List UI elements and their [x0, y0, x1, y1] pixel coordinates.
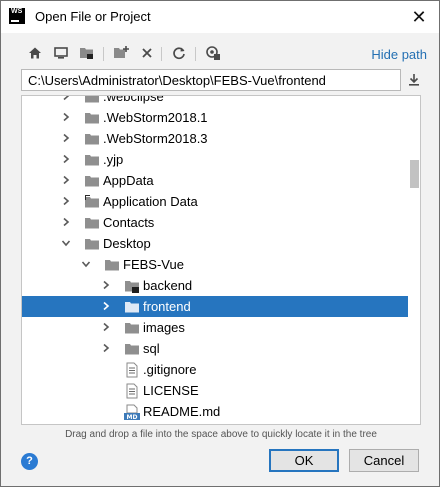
folder-icon	[104, 257, 120, 273]
tree-row[interactable]: images	[22, 317, 408, 338]
tree-row[interactable]: Application Data	[22, 191, 408, 212]
tree-row-label: .gitignore	[143, 362, 197, 377]
tree-row[interactable]: Contacts	[22, 212, 408, 233]
folder-icon	[124, 320, 140, 336]
svg-text:MD: MD	[127, 414, 138, 420]
hide-path-link[interactable]: Hide path	[371, 47, 427, 62]
path-input[interactable]	[28, 72, 394, 88]
tree-row[interactable]: FEBS-Vue	[22, 254, 408, 275]
tree-row-label: .yjp	[103, 152, 124, 167]
folder-icon	[84, 96, 100, 105]
tree-row-label: README.md	[143, 404, 221, 419]
tree-row[interactable]: .webclipse	[22, 95, 408, 107]
tree-row[interactable]: .WebStorm2018.1	[22, 107, 408, 128]
tree-row-label: AppData	[103, 173, 154, 188]
tree-scrollbar[interactable]	[408, 96, 420, 424]
tree-row[interactable]: MD README.md	[22, 401, 408, 422]
drag-drop-hint: Drag and drop a file into the space abov…	[65, 429, 377, 440]
tree-row-label: Desktop	[103, 236, 151, 251]
tree-row[interactable]: AppData	[22, 170, 408, 191]
folder-icon	[84, 173, 100, 189]
folder-icon	[124, 341, 140, 357]
path-field[interactable]	[21, 69, 401, 91]
tree-row-label: FEBS-Vue	[123, 257, 184, 272]
new-folder-icon[interactable]	[111, 43, 131, 63]
chevron-right-icon[interactable]	[60, 174, 72, 186]
delete-icon[interactable]	[137, 43, 157, 63]
tree-row[interactable]: .gitignore	[22, 359, 408, 380]
logo-text: WS	[11, 8, 23, 15]
tree-row[interactable]: .WebStorm2018.3	[22, 128, 408, 149]
text-file-icon	[124, 383, 140, 399]
tree-row-label: Contacts	[103, 215, 155, 230]
chevron-right-icon[interactable]	[100, 279, 112, 291]
tree-row[interactable]: backend	[22, 275, 408, 296]
tree-row[interactable]: frontend	[22, 296, 408, 317]
chevron-right-icon[interactable]	[60, 132, 72, 144]
folder-link-icon	[84, 194, 100, 210]
tree-row-label: backend	[143, 278, 193, 293]
folder-icon	[84, 152, 100, 168]
markdown-file-icon: MD	[124, 404, 140, 421]
tree-row-label: sql	[143, 341, 160, 356]
tree-row-label: .webclipse	[103, 95, 164, 104]
tree-row-label: .WebStorm2018.3	[103, 131, 208, 146]
folder-icon	[84, 131, 100, 147]
chevron-right-icon[interactable]	[60, 153, 72, 165]
chevron-right-icon[interactable]	[60, 216, 72, 228]
webstorm-logo: WS	[9, 8, 25, 24]
refresh-icon[interactable]	[169, 43, 189, 63]
project-folder-icon	[124, 278, 140, 294]
download-icon[interactable]	[405, 71, 423, 89]
title-bar: WS Open File or Project ✕	[1, 1, 439, 33]
text-file-icon	[124, 362, 140, 378]
close-icon[interactable]: ✕	[407, 5, 431, 29]
tree-row[interactable]: sql	[22, 338, 408, 359]
home-icon[interactable]	[25, 43, 45, 63]
scrollbar-thumb[interactable]	[410, 160, 419, 188]
open-file-dialog: WS Open File or Project ✕ Hide path C:\U…	[0, 0, 440, 487]
show-hidden-icon[interactable]	[203, 43, 223, 63]
tree-row[interactable]: .yjp	[22, 149, 408, 170]
tree-row-label: .WebStorm2018.1	[103, 110, 208, 125]
chevron-right-icon[interactable]	[60, 111, 72, 123]
chevron-right-icon[interactable]	[100, 300, 112, 312]
tree-row[interactable]: LICENSE	[22, 380, 408, 401]
tree-row-label: frontend	[143, 299, 191, 314]
tree-row-label: Application Data	[103, 194, 198, 209]
chevron-right-icon[interactable]	[100, 321, 112, 333]
window-title: Open File or Project	[35, 9, 151, 24]
tree-row-label: images	[143, 320, 185, 335]
chevron-right-icon[interactable]	[100, 342, 112, 354]
chevron-down-icon[interactable]	[80, 258, 92, 270]
ok-button[interactable]: OK	[269, 449, 339, 472]
folder-icon	[84, 236, 100, 252]
desktop-icon[interactable]	[51, 43, 71, 63]
tree-row-label: LICENSE	[143, 383, 199, 398]
cancel-button[interactable]: Cancel	[349, 449, 419, 472]
project-folder-icon[interactable]	[77, 43, 97, 63]
folder-icon	[84, 215, 100, 231]
help-icon[interactable]: ?	[21, 453, 38, 470]
chevron-down-icon[interactable]	[60, 237, 72, 249]
file-tree[interactable]: .webclipse .WebStorm2018.1 .WebStorm2018.3…	[21, 95, 421, 425]
chevron-right-icon[interactable]	[60, 195, 72, 207]
folder-icon	[124, 299, 140, 315]
chevron-right-icon[interactable]	[60, 96, 72, 102]
folder-icon	[84, 110, 100, 126]
toolbar: Hide path	[1, 39, 439, 69]
tree-row[interactable]: Desktop	[22, 233, 408, 254]
